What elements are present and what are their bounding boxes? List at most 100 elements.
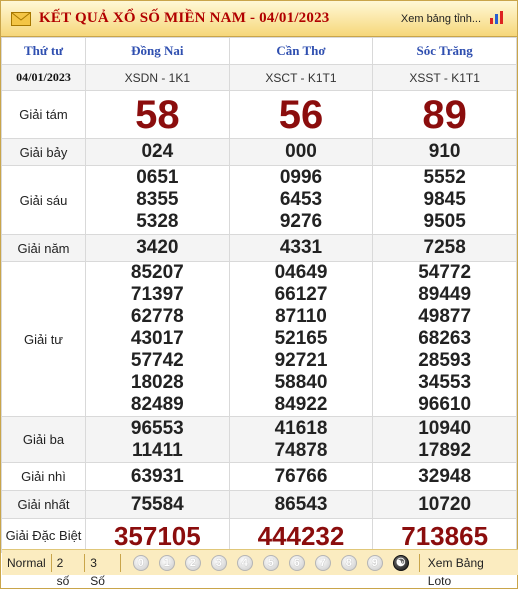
ticket-code: XSDN - 1K1 xyxy=(85,64,230,91)
prize-number: 87110 xyxy=(275,306,327,327)
yin-yang-icon[interactable]: ☯ xyxy=(392,554,409,571)
prize-number: 04649 xyxy=(274,262,328,283)
prize-number: 024 xyxy=(141,141,174,162)
prize-cell: 910 xyxy=(372,138,517,166)
prize-cell: 96553 11411 xyxy=(85,416,230,463)
prize-number: 86543 xyxy=(274,493,328,515)
digit-5-button[interactable]: 5 xyxy=(262,554,279,571)
prize-number: 7258 xyxy=(423,237,466,258)
digit-8-button[interactable]: 8 xyxy=(340,554,357,571)
footer-toolbar: Normal 2 số 3 Số 0 1 2 3 4 5 6 7 8 9 ☯ Xem Bảng Lo… xyxy=(2,549,518,588)
prize-number: 9505 xyxy=(423,211,466,232)
prize-cell: 89 xyxy=(372,90,517,139)
prize-number: 0996 xyxy=(279,167,323,188)
ticket-code: XSST - K1T1 xyxy=(372,64,517,91)
prize-number: 68263 xyxy=(418,328,472,349)
prize-number: 58840 xyxy=(274,372,328,393)
province-soc-trang[interactable]: Sóc Trăng xyxy=(372,37,517,65)
digit-filter: 0 1 2 3 4 5 6 7 8 9 ☯ xyxy=(132,554,419,571)
two-digit-button[interactable]: 2 số xyxy=(52,553,86,588)
prize-number: 5328 xyxy=(136,211,179,232)
prize-number: 41618 xyxy=(274,417,328,439)
prize-label: Giải tư xyxy=(1,261,86,417)
page-title: KẾT QUẢ XỔ SỐ MIỀN NAM - 04/01/2023 xyxy=(39,10,330,26)
normal-button[interactable]: Normal xyxy=(2,553,52,572)
prize-number: 17892 xyxy=(418,439,472,461)
prize-number: 89 xyxy=(422,92,467,137)
prize-cell: 357105 xyxy=(85,518,230,553)
prize-label: Giải sáu xyxy=(1,165,86,235)
prize-cell: 63931 xyxy=(85,462,230,491)
prize-cell: 3420 xyxy=(85,234,230,262)
prize-number: 10720 xyxy=(418,493,472,515)
view-loto-link[interactable]: Xem Bảng Loto xyxy=(418,553,518,588)
prize-number: 71397 xyxy=(130,284,184,305)
prize-cell: 58 xyxy=(85,90,230,139)
prize-cell: 56 xyxy=(228,90,374,139)
prize-cell: 86543 xyxy=(228,490,374,519)
prize-cell: 444232 xyxy=(228,518,374,553)
prize-number: 56 xyxy=(278,92,324,137)
prize-cell: 0651 8355 5328 xyxy=(85,165,230,235)
prize-label: Giải nhất xyxy=(1,490,86,519)
digit-7-button[interactable]: 7 xyxy=(314,554,331,571)
prize-number: 63931 xyxy=(130,465,184,487)
prize-cell: 7258 xyxy=(372,234,517,262)
view-province-table-link[interactable]: Xem bảng tỉnh... xyxy=(401,13,481,25)
prize-number: 58 xyxy=(135,92,180,137)
digit-0-button[interactable]: 0 xyxy=(132,554,149,571)
prize-label: Giải Đặc Biệt xyxy=(1,518,86,553)
prize-number: 85207 xyxy=(130,262,184,283)
prize-cell: 85207 71397 62778 43017 57742 18028 82489 xyxy=(85,261,230,417)
prize-label: Giải nhì xyxy=(1,462,86,491)
prize-number: 18028 xyxy=(130,372,184,393)
prize-number: 74878 xyxy=(274,439,328,461)
panel-header: KẾT QUẢ XỔ SỐ MIỀN NAM - 04/01/2023 Xem … xyxy=(1,1,517,37)
prize-cell: 10720 xyxy=(372,490,517,519)
prize-label: Giải ba xyxy=(1,416,86,463)
digit-2-button[interactable]: 2 xyxy=(184,554,201,571)
prize-number: 34553 xyxy=(418,372,472,393)
prize-6-row: Giải sáu 0651 8355 5328 0996 6453 9276 5552 9845… xyxy=(1,165,517,235)
province-can-tho[interactable]: Cần Thơ xyxy=(228,37,374,65)
digit-6-button[interactable]: 6 xyxy=(288,554,305,571)
three-digit-button[interactable]: 3 Số xyxy=(85,553,121,588)
prize-number: 0651 xyxy=(136,167,179,188)
prize-number: 8355 xyxy=(136,189,179,210)
prize-number: 32948 xyxy=(418,465,472,487)
prize-cell: 0996 6453 9276 xyxy=(228,165,374,235)
bar-chart-icon[interactable] xyxy=(489,11,505,25)
prize-number: 6453 xyxy=(279,189,323,210)
prize-number: 49877 xyxy=(418,306,472,327)
prize-label: Giải tám xyxy=(1,90,86,139)
prize-cell: 000 xyxy=(228,138,374,166)
prize-cell: 04649 66127 87110 52165 92721 58840 84922 xyxy=(228,261,374,417)
prize-number: 75584 xyxy=(130,493,184,515)
digit-9-button[interactable]: 9 xyxy=(366,554,383,571)
prize-number: 62778 xyxy=(130,306,184,327)
day-label: Thứ tư xyxy=(1,37,86,65)
prize-number: 96553 xyxy=(130,417,184,439)
prize-number: 5552 xyxy=(423,167,466,188)
ticket-code: XSCT - K1T1 xyxy=(228,64,374,91)
prize-number: 57742 xyxy=(130,350,184,371)
prize-8-row: Giải tám 58 56 89 xyxy=(1,90,517,139)
prize-number: 82489 xyxy=(130,394,184,415)
prize-number: 92721 xyxy=(274,350,328,371)
special-prize-row: Giải Đặc Biệt 357105 444232 713865 xyxy=(1,518,517,553)
prize-4-row: Giải tư 85207 71397 62778 43017 57742 18028 824… xyxy=(1,261,517,417)
prize-cell: 75584 xyxy=(85,490,230,519)
digit-1-button[interactable]: 1 xyxy=(158,554,175,571)
prize-2-row: Giải nhì 63931 76766 32948 xyxy=(1,462,517,491)
prize-number: 52165 xyxy=(274,328,328,349)
prize-number: 444232 xyxy=(257,520,345,551)
prize-number: 713865 xyxy=(401,520,489,551)
envelope-icon xyxy=(11,11,31,26)
province-dong-nai[interactable]: Đồng Nai xyxy=(85,37,230,65)
prize-number: 000 xyxy=(285,141,317,162)
digit-3-button[interactable]: 3 xyxy=(210,554,227,571)
prize-cell: 76766 xyxy=(228,462,374,491)
digit-4-button[interactable]: 4 xyxy=(236,554,253,571)
prize-cell: 713865 xyxy=(372,518,517,553)
prize-3-row: Giải ba 96553 11411 41618 74878 10940 17892 xyxy=(1,416,517,463)
